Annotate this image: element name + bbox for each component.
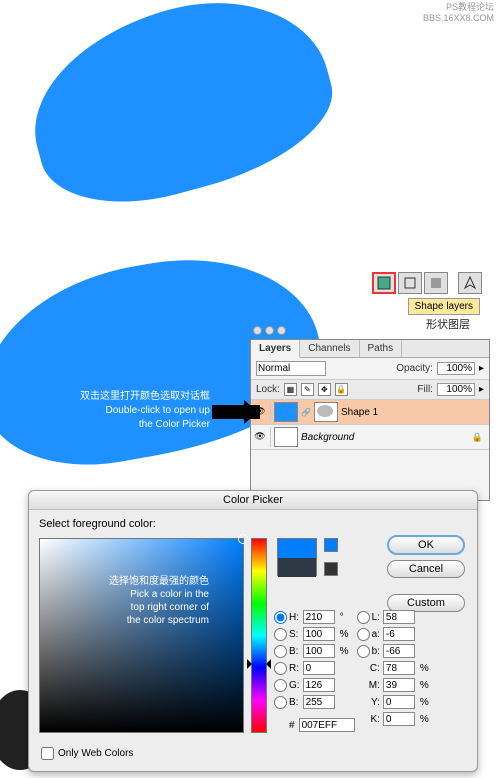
tab-channels[interactable]: Channels xyxy=(300,340,359,357)
h-input[interactable] xyxy=(303,610,335,624)
blue-shape-1 xyxy=(12,0,348,226)
g-input[interactable] xyxy=(303,678,335,692)
r-input[interactable] xyxy=(303,661,335,675)
layer-mask-thumb[interactable] xyxy=(314,402,338,422)
layer-name: Shape 1 xyxy=(341,407,378,418)
color-values-grid: H:° L: S:% a: B:% b: R: C:% G: M:% B: Y:… xyxy=(274,610,434,726)
s-input[interactable] xyxy=(303,627,335,641)
layers-panel: Layers Channels Paths Normal Opacity: 10… xyxy=(250,339,490,501)
paths-button[interactable] xyxy=(398,272,422,294)
h-radio[interactable]: H: xyxy=(274,611,300,624)
b-radio[interactable]: B: xyxy=(274,645,300,658)
arrow-icon xyxy=(212,405,260,419)
bcol-input[interactable] xyxy=(303,695,335,709)
c-label: C: xyxy=(357,663,380,674)
tab-paths[interactable]: Paths xyxy=(360,340,403,357)
m-label: M: xyxy=(357,680,380,691)
r-radio[interactable]: R: xyxy=(274,662,300,675)
fill-input[interactable]: 100% xyxy=(437,383,475,396)
new-color[interactable] xyxy=(278,539,316,558)
only-web-colors-checkbox[interactable] xyxy=(41,747,54,760)
warning-swatch-2[interactable] xyxy=(324,562,338,576)
k-label: K: xyxy=(357,714,380,725)
opacity-input[interactable]: 100% xyxy=(437,362,475,375)
shape-layers-button[interactable] xyxy=(372,272,396,294)
tab-layers[interactable]: Layers xyxy=(251,340,300,358)
lab-b-radio[interactable]: b: xyxy=(357,645,380,658)
warning-swatch-1[interactable] xyxy=(324,538,338,552)
hex-label: # xyxy=(289,720,295,731)
s-radio[interactable]: S: xyxy=(274,628,300,641)
c-input[interactable] xyxy=(383,661,415,675)
tool-options-bar xyxy=(372,272,482,294)
color-field[interactable] xyxy=(39,538,244,733)
lock-label: Lock: xyxy=(256,384,280,395)
ok-button[interactable]: OK xyxy=(387,535,465,555)
lock-transparency-icon[interactable]: ▦ xyxy=(284,383,297,396)
shape-layers-tooltip: Shape layers xyxy=(408,298,480,315)
g-radio[interactable]: G: xyxy=(274,679,300,692)
shape-layers-tooltip-cn: 形状图层 xyxy=(426,316,470,332)
l-radio[interactable]: L: xyxy=(357,611,380,624)
dialog-subtitle: Select foreground color: xyxy=(39,518,467,530)
only-web-colors-label: Only Web Colors xyxy=(58,748,133,759)
dialog-title: Color Picker xyxy=(29,491,477,510)
annotation-color-picker: 双击这里打开颜色选取对话框 Double-click to open up th… xyxy=(80,390,210,432)
visibility-icon[interactable]: 👁 xyxy=(253,431,267,443)
bcol-radio[interactable]: B: xyxy=(274,696,300,709)
color-picker-dialog: Color Picker Select foreground color: 选择… xyxy=(28,490,478,772)
layer-background[interactable]: 👁 Background 🔒 xyxy=(251,425,489,450)
m-input[interactable] xyxy=(383,678,415,692)
fill-pixels-button[interactable] xyxy=(424,272,448,294)
current-color[interactable] xyxy=(278,558,316,577)
pen-tool-icon[interactable] xyxy=(458,272,482,294)
a-input[interactable] xyxy=(383,627,415,641)
bval-input[interactable] xyxy=(303,644,335,658)
k-input[interactable] xyxy=(383,712,415,726)
layer-thumb[interactable] xyxy=(274,427,298,447)
layer-color-thumb[interactable] xyxy=(274,402,298,422)
layer-name: Background xyxy=(301,432,354,443)
lock-all-icon[interactable]: 🔒 xyxy=(335,383,348,396)
hex-input[interactable] xyxy=(299,718,355,732)
color-cursor[interactable] xyxy=(238,534,248,544)
layer-shape-1[interactable]: 👁 🔗 Shape 1 xyxy=(251,400,489,425)
annotation-spectrum: 选择饱和度最强的颜色 Pick a color in the top right… xyxy=(59,575,209,627)
lock-pixels-icon[interactable]: ✎ xyxy=(301,383,314,396)
opacity-label: Opacity: xyxy=(396,363,433,374)
color-swatch xyxy=(277,538,317,576)
l-input[interactable] xyxy=(383,610,415,624)
y-label: Y: xyxy=(357,697,380,708)
hue-slider[interactable] xyxy=(251,538,267,733)
a-radio[interactable]: a: xyxy=(357,628,380,641)
opacity-arrow-icon[interactable]: ▸ xyxy=(479,363,484,374)
lab-b-input[interactable] xyxy=(383,644,415,658)
lock-icon: 🔒 xyxy=(472,432,483,443)
fill-label: Fill: xyxy=(417,384,433,395)
watermark: PS教程论坛 BBS.16XX8.COM xyxy=(423,2,494,24)
blend-mode-select[interactable]: Normal xyxy=(256,361,326,376)
y-input[interactable] xyxy=(383,695,415,709)
fill-arrow-icon[interactable]: ▸ xyxy=(479,384,484,395)
cancel-button[interactable]: Cancel xyxy=(387,560,465,578)
lock-position-icon[interactable]: ✥ xyxy=(318,383,331,396)
